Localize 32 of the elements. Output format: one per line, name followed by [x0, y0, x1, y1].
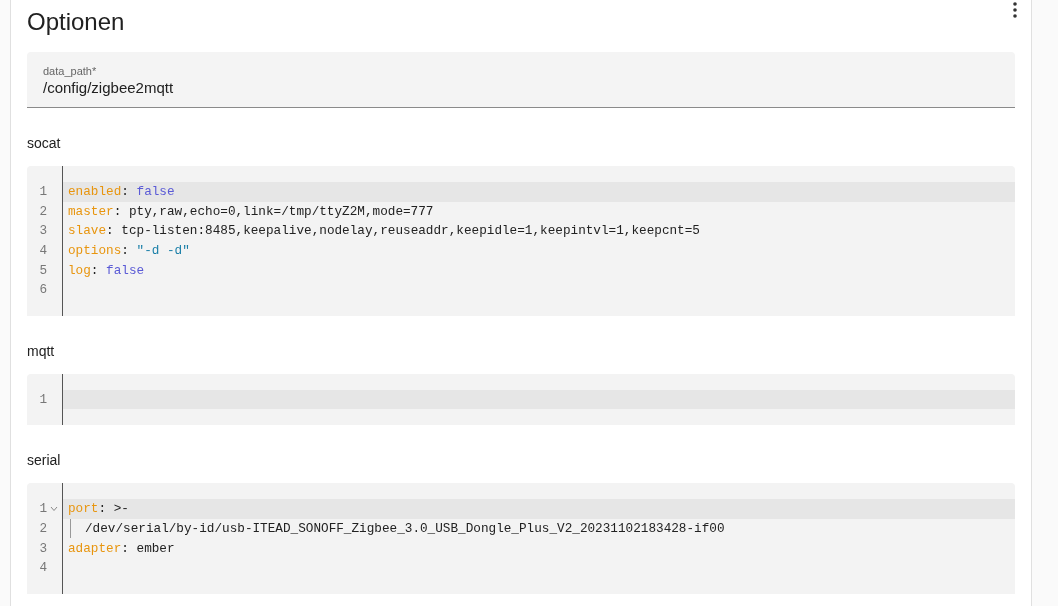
- code-line: slave: tcp-listen:8485,keepalive,nodelay,reuseaddr,keepidle=1,keepintvl=1,keepcnt=5: [68, 222, 700, 241]
- line-number: 5: [39, 261, 47, 280]
- line-number: 3: [39, 222, 47, 241]
- code-editor[interactable]: 1 port: >- 2 /dev/serial/by-id/usb-ITEAD_SONOFF_Zigbee_3.0_USB_Dongle_Plus_V2_20231102183428-if00 3 adapter: ember 4: [27, 483, 1015, 594]
- section-label: socat: [27, 134, 62, 152]
- more-vertical-icon: [1013, 2, 1017, 18]
- field-label: data_path*: [43, 65, 98, 78]
- line-number: 2: [39, 202, 47, 221]
- code-line: /dev/serial/by-id/usb-ITEAD_SONOFF_Zigbee_3.0_USB_Dongle_Plus_V2_20231102183428-if00: [85, 520, 725, 538]
- section-label: serial: [27, 451, 62, 470]
- text-field[interactable]: data_path* /config/zigbee2mqtt: [27, 52, 1015, 108]
- code-line: master: pty,raw,echo=0,link=/tmp/ttyZ2M,mode=777: [68, 202, 434, 221]
- indent-guide: [70, 518, 71, 539]
- line-number: 1: [39, 390, 47, 409]
- code-editor[interactable]: 1 enabled: false 2 master: pty,raw,echo=0,link=/tmp/ttyZ2M,mode=777 3 slave: tcp-listen:8485,keepalive,nodelay,reuseaddr,keepidle=1,keepintvl=1,keepcnt=5 4 options: "-d -d" 5 log: false 6: [27, 166, 1015, 316]
- code-line: adapter: ember: [68, 539, 175, 558]
- code-line: options: "-d -d": [68, 242, 190, 261]
- line-number: 1: [39, 500, 47, 519]
- code-line: log: false: [68, 261, 145, 280]
- field-value: /config/zigbee2mqtt: [43, 78, 175, 98]
- fold-chevron-icon[interactable]: [50, 505, 58, 512]
- line-number: 1: [39, 183, 47, 202]
- line-number: 4: [39, 242, 47, 261]
- code-editor[interactable]: 1: [27, 373, 1015, 426]
- code-line: enabled: false: [68, 183, 175, 202]
- code-line: port: >-: [68, 500, 129, 519]
- section-label: mqtt: [27, 341, 56, 360]
- line-number: 3: [39, 539, 47, 558]
- line-number: 4: [39, 559, 47, 578]
- line-number: 6: [39, 281, 47, 300]
- card-title: Optionen: [27, 7, 125, 37]
- line-number: 2: [39, 520, 47, 538]
